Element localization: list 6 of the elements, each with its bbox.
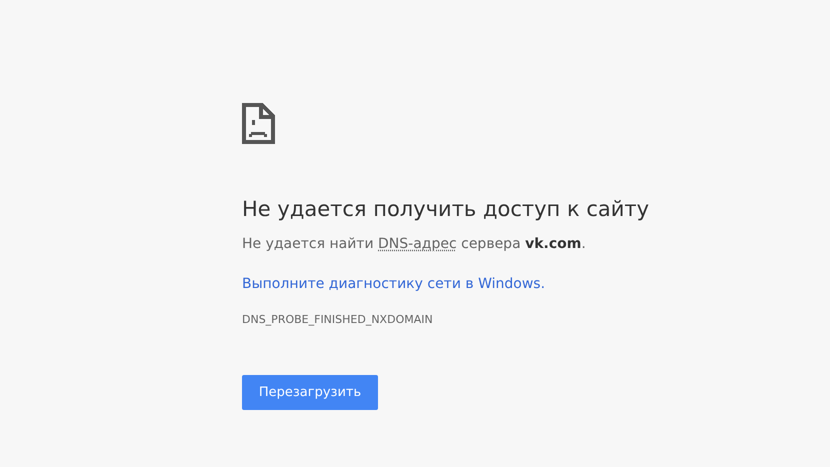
- diagnostics-link[interactable]: Выполните диагностику сети в Windows.: [242, 274, 546, 294]
- error-description: Не удается найти DNS-адрес сервера vk.com.: [242, 235, 586, 254]
- error-title: Не удается получить доступ к сайту: [242, 196, 650, 223]
- reload-button[interactable]: Перезагрузить: [242, 375, 378, 410]
- sad-page-icon: [242, 103, 275, 144]
- error-code: DNS_PROBE_FINISHED_NXDOMAIN: [242, 312, 433, 328]
